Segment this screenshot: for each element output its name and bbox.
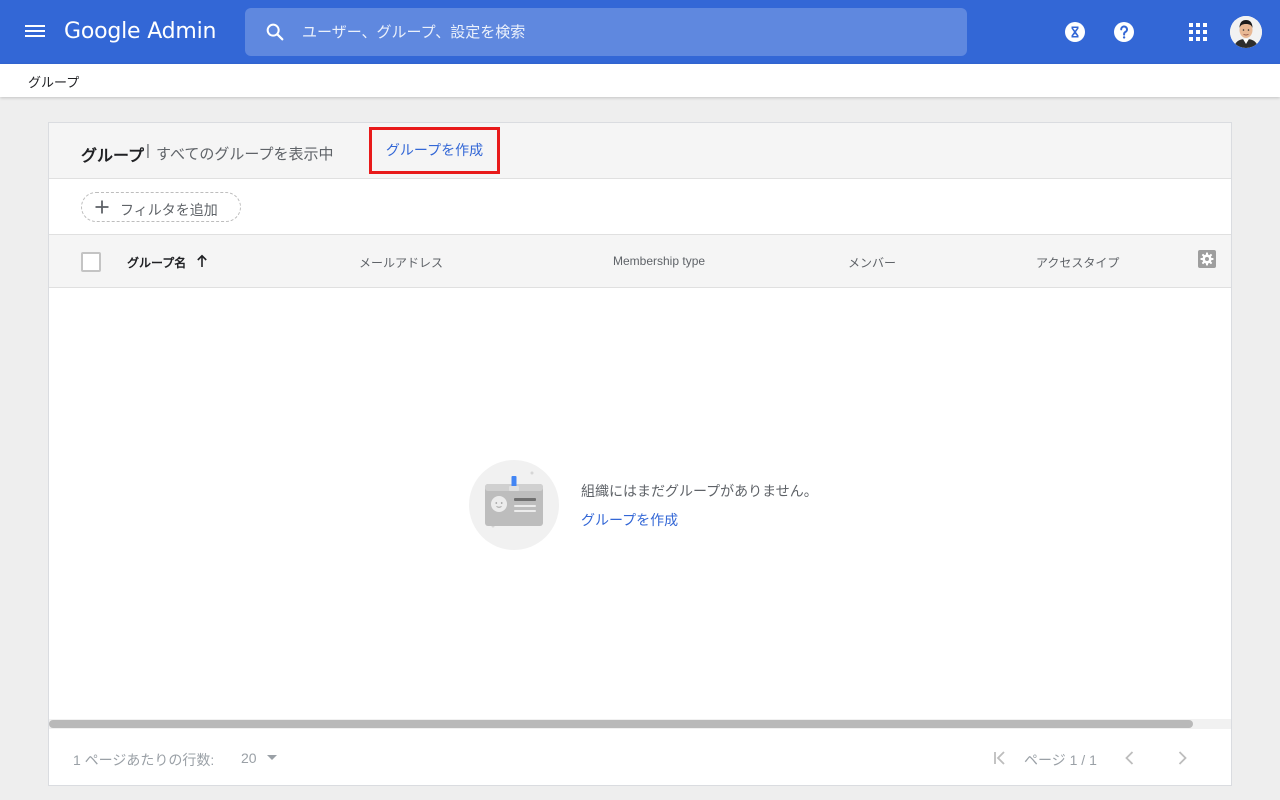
card-header: グループ | すべてのグループを表示中 グループを作成 bbox=[49, 123, 1231, 179]
arrow-up-icon[interactable] bbox=[195, 254, 209, 268]
column-membership-type[interactable]: Membership type bbox=[613, 254, 705, 268]
groups-card: グループ | すべてのグループを表示中 グループを作成 フィルタを追加 グループ… bbox=[48, 122, 1232, 786]
horizontal-scrollbar[interactable] bbox=[49, 719, 1231, 729]
hourglass-icon[interactable] bbox=[1063, 20, 1087, 44]
caret-down-icon bbox=[267, 755, 277, 760]
user-avatar[interactable] bbox=[1230, 16, 1262, 48]
column-group-name[interactable]: グループ名 bbox=[127, 254, 186, 271]
chevron-right-icon[interactable] bbox=[1173, 749, 1191, 767]
logo-admin-text: Admin bbox=[147, 19, 217, 44]
scrollbar-thumb[interactable] bbox=[49, 720, 1193, 728]
logo-google-text: Google bbox=[64, 19, 141, 44]
empty-state-illustration bbox=[469, 460, 559, 550]
filter-bar: フィルタを追加 bbox=[49, 179, 1231, 235]
rows-per-page-value: 20 bbox=[241, 750, 257, 766]
add-filter-button[interactable]: フィルタを追加 bbox=[81, 192, 241, 222]
page-title: グループ bbox=[81, 148, 145, 165]
empty-state-create-group-link[interactable]: グループを作成 bbox=[581, 510, 678, 530]
search-input[interactable] bbox=[292, 12, 952, 52]
rows-per-page-label: 1 ページあたりの行数: bbox=[73, 752, 215, 768]
plus-icon bbox=[95, 200, 109, 214]
add-filter-label: フィルタを追加 bbox=[120, 202, 218, 218]
table-header: グループ名 メールアドレス Membership type メンバー アクセスタ… bbox=[49, 235, 1231, 288]
rows-per-page-select[interactable]: 20 bbox=[241, 748, 281, 770]
gear-icon[interactable] bbox=[1197, 249, 1217, 269]
search-icon[interactable] bbox=[264, 21, 286, 43]
top-app-bar: Google Admin bbox=[0, 0, 1280, 64]
id-card-icon bbox=[485, 471, 543, 528]
page-subtitle: すべてのグループを表示中 bbox=[156, 146, 334, 163]
google-admin-logo[interactable]: Google Admin bbox=[64, 18, 217, 46]
column-access-type[interactable]: アクセスタイプ bbox=[1036, 254, 1119, 271]
help-icon[interactable] bbox=[1112, 20, 1136, 44]
select-all-checkbox[interactable] bbox=[81, 252, 101, 272]
first-page-icon[interactable] bbox=[991, 749, 1009, 767]
empty-state-message: 組織にはまだグループがありません。 bbox=[581, 483, 818, 499]
column-email[interactable]: メールアドレス bbox=[359, 254, 443, 271]
menu-icon[interactable] bbox=[24, 22, 46, 42]
page-indicator: ページ 1 / 1 bbox=[1024, 752, 1097, 768]
column-members[interactable]: メンバー bbox=[848, 254, 896, 271]
avatar-image bbox=[1230, 16, 1262, 48]
apps-grid-icon[interactable] bbox=[1186, 20, 1210, 44]
pagination-footer: 1 ページあたりの行数: 20 ページ 1 / 1 bbox=[49, 729, 1231, 785]
title-separator: | bbox=[146, 142, 150, 159]
create-group-button[interactable]: グループを作成 bbox=[369, 127, 500, 174]
chevron-left-icon[interactable] bbox=[1121, 749, 1139, 767]
breadcrumb-bar: グループ bbox=[0, 64, 1280, 97]
breadcrumb: グループ bbox=[28, 75, 80, 90]
